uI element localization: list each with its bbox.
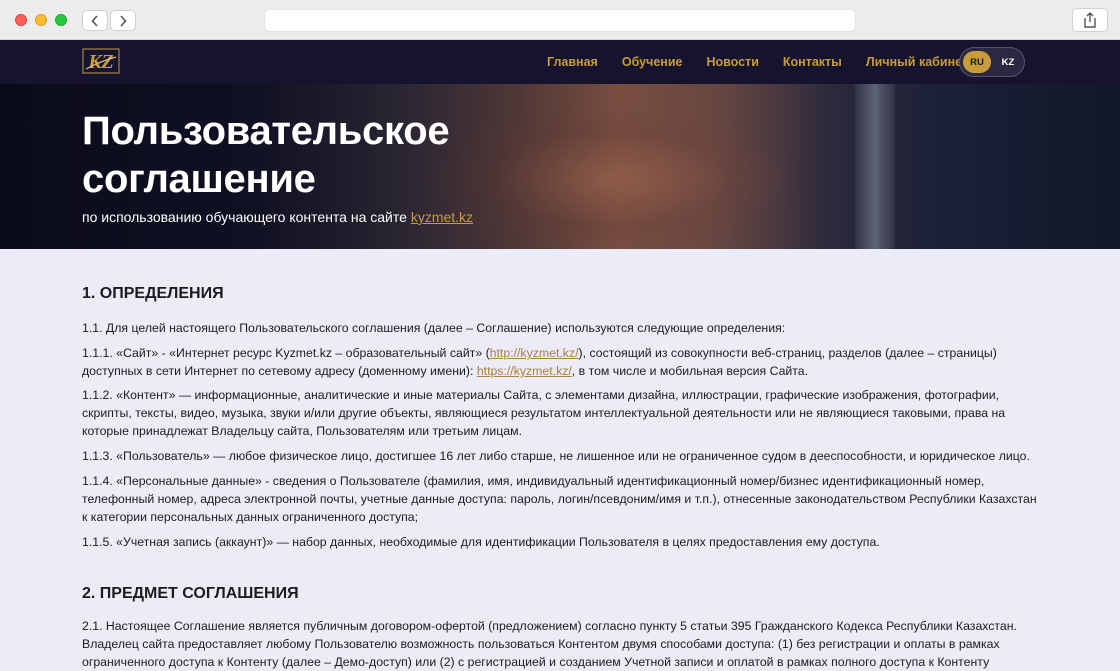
site-link-https[interactable]: https://kyzmet.kz/ — [477, 364, 572, 378]
browser-toolbar — [0, 0, 1120, 40]
site-logo[interactable]: KZ — [82, 47, 120, 75]
text-fragment: , в том числе и мобильная версия Сайта. — [571, 364, 809, 378]
lang-ru-button[interactable]: RU — [963, 51, 991, 73]
site-link-http[interactable]: http://kyzmet.kz/ — [490, 346, 579, 360]
section-heading-subject: 2. ПРЕДМЕТ СОГЛАШЕНИЯ — [82, 585, 299, 602]
forward-button[interactable] — [110, 10, 136, 31]
maximize-window-button[interactable] — [55, 14, 67, 26]
section-heading-definitions: 1. ОПРЕДЕЛЕНИЯ — [82, 285, 224, 302]
language-switcher: RU KZ — [959, 47, 1025, 77]
subtitle-text: по использованию обучающего контента на … — [82, 209, 411, 225]
nav-news[interactable]: Новости — [706, 55, 758, 69]
text-fragment: 1.1.1. «Сайт» - «Интернет ресурс Kyzmet.… — [82, 346, 490, 360]
page-subtitle: по использованию обучающего контента на … — [82, 209, 473, 225]
paragraph-1-1-3: 1.1.3. «Пользователь» — любое физическое… — [82, 449, 1030, 463]
paragraph-1-1: 1.1. Для целей настоящего Пользовательск… — [82, 321, 786, 335]
chevron-left-icon — [91, 14, 98, 27]
main-menu: Главная Обучение Новости Контакты Личный… — [523, 40, 968, 84]
nav-learning[interactable]: Обучение — [622, 55, 683, 69]
chevron-right-icon — [120, 14, 127, 27]
paragraph-1-1-5: 1.1.5. «Учетная запись (аккаунт)» — набо… — [82, 535, 880, 549]
back-button[interactable] — [82, 10, 108, 31]
address-bar[interactable] — [264, 9, 856, 32]
minimize-window-button[interactable] — [35, 14, 47, 26]
page-title: Пользовательское соглашение — [82, 109, 450, 201]
kz-logo-icon: KZ — [82, 48, 120, 74]
nav-home[interactable]: Главная — [547, 55, 598, 69]
close-window-button[interactable] — [15, 14, 27, 26]
paragraph-1-1-4: 1.1.4. «Персональные данные» - сведения … — [82, 474, 1037, 524]
share-icon — [1084, 12, 1096, 28]
nav-contacts[interactable]: Контакты — [783, 55, 842, 69]
lang-kz-button[interactable]: KZ — [994, 51, 1022, 73]
share-button[interactable] — [1072, 8, 1108, 32]
subtitle-site-link[interactable]: kyzmet.kz — [411, 209, 473, 225]
paragraph-2-1: 2.1. Настоящее Соглашение является публи… — [82, 619, 1017, 669]
paragraph-1-1-2: 1.1.2. «Контент» — информационные, анали… — [82, 388, 1006, 438]
site-header: KZ Главная Обучение Новости Контакты Лич… — [0, 40, 1120, 84]
paragraph-1-1-1: 1.1.1. «Сайт» - «Интернет ресурс Kyzmet.… — [82, 344, 1042, 380]
nav-account[interactable]: Личный кабинет — [866, 55, 968, 69]
